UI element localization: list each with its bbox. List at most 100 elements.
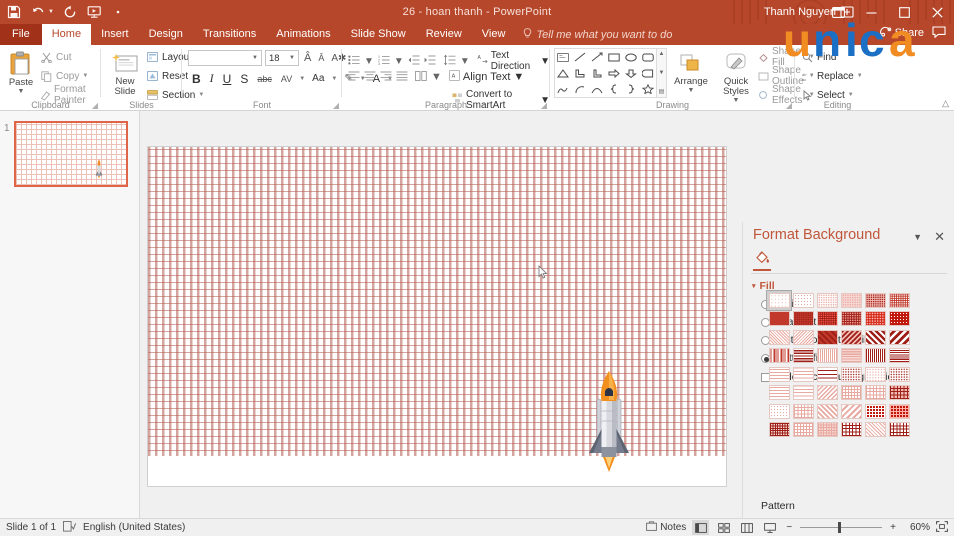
pattern-swatch[interactable] xyxy=(863,421,887,440)
grow-font-button[interactable]: Â xyxy=(302,52,313,64)
collapse-ribbon-button[interactable]: △ xyxy=(942,98,949,109)
character-spacing-dropdown-icon[interactable]: ▼ xyxy=(299,76,305,82)
space-shuttle-image[interactable] xyxy=(586,369,632,475)
shape-flowchart[interactable] xyxy=(639,65,656,81)
copy-dropdown-icon[interactable]: ▼ xyxy=(82,73,88,79)
pattern-swatch[interactable] xyxy=(815,310,839,329)
shape-oval[interactable] xyxy=(622,49,639,65)
pattern-swatch[interactable] xyxy=(839,402,863,421)
pattern-swatch[interactable] xyxy=(815,384,839,403)
strikethrough-button[interactable]: abc xyxy=(255,74,274,84)
pattern-swatch[interactable] xyxy=(767,310,791,329)
tab-animations[interactable]: Animations xyxy=(266,24,340,45)
zoom-slider-handle[interactable] xyxy=(838,522,841,533)
shape-l-shape[interactable] xyxy=(589,65,606,81)
fit-slide-to-window-icon[interactable] xyxy=(936,521,948,535)
pattern-swatch[interactable] xyxy=(863,328,887,347)
share-button[interactable]: Share xyxy=(880,26,924,40)
pattern-swatch[interactable] xyxy=(791,421,815,440)
pattern-swatch[interactable] xyxy=(767,384,791,403)
shapes-gallery-scrollbar[interactable]: ▲ ▼ ▤ xyxy=(657,48,667,98)
tab-transitions[interactable]: Transitions xyxy=(193,24,266,45)
pattern-gallery[interactable] xyxy=(767,291,911,439)
minimize-button[interactable] xyxy=(855,0,888,24)
pattern-swatch[interactable] xyxy=(839,347,863,366)
pattern-swatch[interactable] xyxy=(791,365,815,384)
font-size-dropdown-icon[interactable]: ▼ xyxy=(289,55,295,61)
pattern-swatch[interactable] xyxy=(815,421,839,440)
find-button[interactable]: Find xyxy=(801,49,863,65)
pattern-swatch[interactable] xyxy=(863,310,887,329)
align-left-button[interactable] xyxy=(348,71,360,84)
zoom-level-label[interactable]: 60% xyxy=(904,522,930,533)
pattern-swatch[interactable] xyxy=(791,347,815,366)
tab-insert[interactable]: Insert xyxy=(91,24,139,45)
paste-dropdown-icon[interactable]: ▼ xyxy=(18,88,25,95)
slide-sorter-view-button[interactable] xyxy=(715,520,732,535)
zoom-slider[interactable] xyxy=(800,521,882,535)
pattern-swatch[interactable] xyxy=(887,365,911,384)
paste-button[interactable]: Paste ▼ xyxy=(2,47,40,95)
underline-button[interactable]: U xyxy=(221,72,234,86)
slide-thumbnail-pane[interactable]: 1 xyxy=(0,111,140,518)
line-spacing-button[interactable] xyxy=(444,55,456,68)
gallery-more-icon[interactable]: ▤ xyxy=(659,88,665,95)
pattern-swatch[interactable] xyxy=(791,402,815,421)
ribbon-display-options-icon[interactable] xyxy=(822,0,855,24)
shape-scribble[interactable] xyxy=(555,81,572,97)
pattern-swatch[interactable] xyxy=(887,328,911,347)
pattern-swatch[interactable] xyxy=(887,384,911,403)
pattern-swatch[interactable] xyxy=(767,347,791,366)
pattern-swatch[interactable] xyxy=(791,328,815,347)
pattern-swatch[interactable] xyxy=(863,365,887,384)
bullets-button[interactable] xyxy=(348,55,360,68)
bold-button[interactable]: B xyxy=(190,72,203,86)
character-spacing-button[interactable]: AV xyxy=(279,74,294,84)
shape-right-arrow[interactable] xyxy=(606,65,623,81)
replace-dropdown-icon[interactable]: ▼ xyxy=(857,73,863,79)
drawing-dialog-launcher[interactable]: ◢ xyxy=(786,101,792,110)
fill-bucket-icon[interactable] xyxy=(753,249,771,269)
pattern-swatch[interactable] xyxy=(839,310,863,329)
window-controls[interactable] xyxy=(822,0,954,24)
format-background-icon-row[interactable] xyxy=(751,249,947,271)
slideshow-view-button[interactable] xyxy=(761,520,778,535)
pattern-swatch[interactable] xyxy=(839,421,863,440)
shapes-gallery[interactable] xyxy=(554,48,657,98)
shape-star[interactable] xyxy=(639,81,656,97)
increase-indent-button[interactable] xyxy=(424,55,436,68)
replace-button[interactable]: abac Replace ▼ xyxy=(801,68,863,84)
accessibility-check-icon[interactable] xyxy=(63,521,76,535)
columns-button[interactable] xyxy=(415,71,427,84)
font-name-dropdown-icon[interactable]: ▼ xyxy=(252,55,258,61)
select-dropdown-icon[interactable]: ▼ xyxy=(848,92,854,98)
ribbon-tabs[interactable]: File Home Insert Design Transitions Anim… xyxy=(0,24,954,45)
pattern-swatch[interactable] xyxy=(815,328,839,347)
align-center-button[interactable] xyxy=(364,71,376,84)
slide-thumbnail-1[interactable]: 1 xyxy=(14,121,128,187)
shape-left-brace[interactable] xyxy=(606,81,623,97)
pattern-swatch[interactable] xyxy=(767,365,791,384)
maximize-button[interactable] xyxy=(888,0,921,24)
tab-design[interactable]: Design xyxy=(139,24,193,45)
clipboard-dialog-launcher[interactable]: ◢ xyxy=(92,101,98,110)
pattern-swatch[interactable] xyxy=(767,328,791,347)
pattern-swatch[interactable] xyxy=(815,347,839,366)
arrange-dropdown-icon[interactable]: ▼ xyxy=(688,87,695,94)
language-label[interactable]: English (United States) xyxy=(83,522,185,533)
pattern-swatch[interactable] xyxy=(863,291,887,310)
quick-styles-button[interactable]: Quick Styles ▼ xyxy=(715,49,757,104)
pattern-swatch[interactable] xyxy=(863,402,887,421)
numbering-button[interactable]: 123 xyxy=(378,55,390,68)
text-shadow-button[interactable]: S xyxy=(238,72,250,86)
close-icon[interactable]: ✕ xyxy=(934,229,945,245)
shape-down-arrow[interactable] xyxy=(622,65,639,81)
font-size-combobox[interactable]: 18 ▼ xyxy=(265,50,299,66)
text-direction-button[interactable]: A Text Direction ▼ xyxy=(477,50,550,72)
justify-button[interactable] xyxy=(396,71,408,84)
pattern-swatch[interactable] xyxy=(839,365,863,384)
pattern-swatch[interactable] xyxy=(815,365,839,384)
shape-textbox[interactable] xyxy=(555,49,572,65)
new-slide-button[interactable]: New Slide xyxy=(105,49,145,97)
pattern-swatch[interactable] xyxy=(791,291,815,310)
